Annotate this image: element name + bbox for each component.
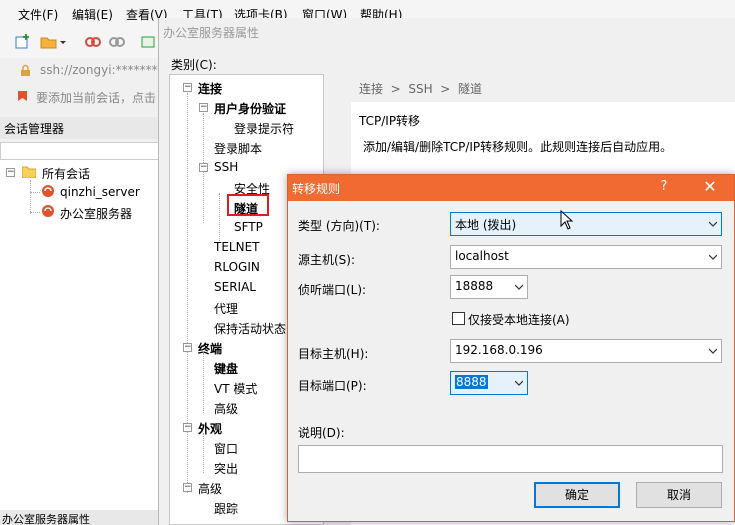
tree-keyboard[interactable]: 键盘: [214, 360, 238, 377]
close-button[interactable]: ✕: [700, 177, 720, 196]
type-label: 类型 (方向)(T):: [298, 219, 380, 233]
session-manager-title: 会话管理器: [0, 117, 165, 139]
add-tab-icon[interactable]: [140, 34, 158, 50]
session-icon: [41, 184, 55, 201]
type-select[interactable]: 本地 (拨出): [450, 212, 722, 236]
breadcrumb-separator: >: [386, 82, 405, 96]
tree-appearance[interactable]: 外观: [198, 420, 222, 437]
tree-ssh[interactable]: SSH: [214, 160, 238, 174]
tunnel-highlight-box: [227, 194, 269, 216]
tree-advanced[interactable]: 高级: [198, 480, 222, 497]
breadcrumb-item: 连接: [359, 82, 384, 96]
session-item[interactable]: qinzhi_server: [60, 185, 140, 199]
disconnect-icon[interactable]: [84, 34, 102, 50]
session-item[interactable]: 办公室服务器: [60, 205, 132, 222]
target-host-label: 目标主机(H):: [298, 347, 369, 361]
link-icon[interactable]: [108, 34, 126, 50]
open-folder-icon[interactable]: [40, 34, 66, 50]
menu-edit[interactable]: 编辑(E): [72, 6, 113, 23]
collapse-icon[interactable]: −: [183, 483, 192, 492]
address-bar[interactable]: ssh://zongyi:*********: [8, 60, 165, 82]
collapse-icon[interactable]: −: [199, 163, 208, 172]
chevron-down-icon: [709, 220, 717, 228]
hint-bar: 要添加当前会话，点击: [0, 86, 165, 106]
tree-rlogin[interactable]: RLOGIN: [214, 260, 260, 274]
breadcrumb-item: SSH: [408, 82, 433, 96]
session-filter-input[interactable]: [0, 142, 160, 160]
category-label: 类别(C):: [171, 58, 217, 72]
tree-proxy[interactable]: 代理: [214, 300, 238, 317]
tree-login-script[interactable]: 登录脚本: [214, 140, 262, 157]
help-button[interactable]: ?: [656, 179, 672, 194]
listen-port-label: 侦听端口(L):: [298, 283, 367, 297]
properties-dialog-title: 办公室服务器属性: [163, 26, 260, 40]
tree-login-prompt[interactable]: 登录提示符: [234, 120, 294, 137]
tree-sftp[interactable]: SFTP: [234, 220, 263, 234]
local-only-checkbox[interactable]: [452, 312, 465, 325]
breadcrumb-item: 隧道: [457, 82, 482, 96]
forward-rule-dialog: 转移规则 ? ✕ 类型 (方向)(T): 本地 (拨出) 源主机(S): loc…: [287, 174, 735, 522]
collapse-icon[interactable]: −: [183, 343, 192, 352]
section-description: 添加/编辑/删除TCP/IP转移规则。此规则连接后自动应用。: [363, 140, 673, 154]
collapse-icon[interactable]: −: [183, 83, 192, 92]
breadcrumb-separator: >: [436, 82, 455, 96]
session-icon: [41, 204, 55, 221]
description-input[interactable]: [298, 445, 723, 473]
listen-port-combo[interactable]: 18888: [450, 275, 528, 299]
chevron-down-icon: [709, 347, 717, 355]
status-bar: 办公室服务器属性: [0, 510, 165, 525]
type-value: 本地 (拨出): [455, 218, 517, 232]
tree-keepalive[interactable]: 保持活动状态: [214, 320, 286, 337]
chevron-down-icon: [515, 283, 523, 291]
session-tree: − 所有会话 qinzhi_server 办公室服务器: [0, 160, 160, 510]
address-text: ssh://zongyi:*********: [40, 63, 165, 77]
tree-telnet[interactable]: TELNET: [214, 240, 260, 254]
tree-serial[interactable]: SERIAL: [214, 280, 256, 294]
section-title: TCP/IP转移: [359, 114, 421, 128]
target-port-value: 8888: [455, 375, 488, 389]
session-root[interactable]: 所有会话: [42, 165, 90, 182]
target-port-label: 目标端口(P):: [298, 379, 367, 393]
target-host-value: 192.168.0.196: [455, 343, 543, 357]
bookmark-icon: [17, 90, 29, 105]
lock-icon: [20, 64, 31, 80]
mouse-cursor-icon: [560, 209, 574, 232]
tree-highlight[interactable]: 突出: [214, 460, 238, 477]
ok-button[interactable]: 确定: [534, 482, 620, 508]
menu-file[interactable]: 文件(F): [18, 6, 58, 23]
source-host-combo[interactable]: localhost: [450, 245, 722, 269]
tree-terminal[interactable]: 终端: [198, 340, 222, 357]
new-session-icon[interactable]: [14, 34, 32, 50]
listen-port-value: 18888: [455, 279, 494, 293]
local-only-label[interactable]: 仅接受本地连接(A): [468, 311, 570, 328]
cancel-button[interactable]: 取消: [636, 482, 722, 508]
description-label: 说明(D):: [298, 426, 345, 440]
tree-auth[interactable]: 用户身份验证: [214, 100, 286, 117]
target-port-combo[interactable]: 8888: [450, 371, 528, 395]
tree-trace[interactable]: 跟踪: [214, 500, 238, 517]
collapse-icon[interactable]: −: [183, 423, 192, 432]
source-host-value: localhost: [455, 249, 509, 263]
breadcrumb: 连接 > SSH > 隧道: [351, 74, 735, 102]
folder-icon: [21, 165, 37, 181]
chevron-down-icon: [709, 253, 717, 261]
tree-terminal-advanced[interactable]: 高级: [214, 400, 238, 417]
collapse-icon[interactable]: −: [199, 103, 208, 112]
dialog-title: 转移规则: [292, 182, 341, 196]
source-host-label: 源主机(S):: [298, 253, 356, 267]
chevron-down-icon: [515, 379, 523, 387]
target-host-combo[interactable]: 192.168.0.196: [450, 339, 722, 363]
dialog-titlebar: 转移规则 ? ✕: [288, 175, 734, 201]
collapse-icon[interactable]: −: [6, 168, 15, 177]
hint-text: 要添加当前会话，点击: [36, 91, 157, 105]
tree-connection[interactable]: 连接: [198, 80, 222, 97]
tree-vt-mode[interactable]: VT 模式: [214, 380, 257, 397]
tree-window[interactable]: 窗口: [214, 440, 238, 457]
